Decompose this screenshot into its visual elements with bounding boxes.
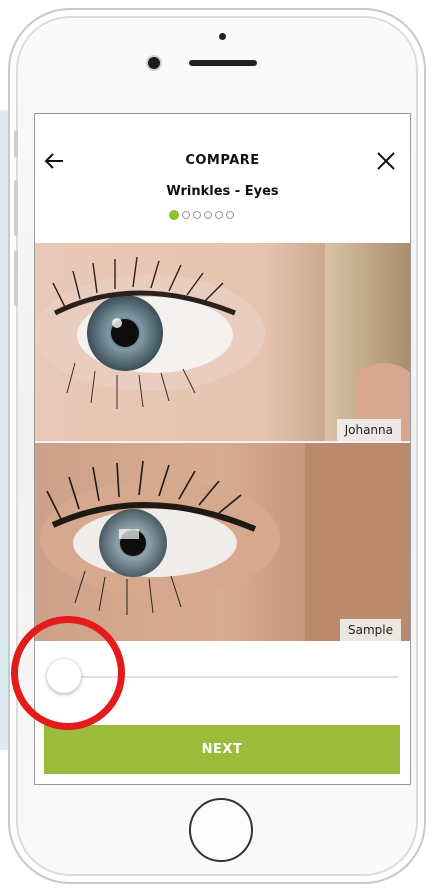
photo-label-sample: Sample [340,619,401,641]
close-icon[interactable] [376,151,396,171]
step-dot [182,211,190,219]
proximity-sensor [219,33,226,40]
earpiece-speaker [189,60,257,66]
step-dot [226,211,234,219]
front-camera [148,57,160,69]
step-dot [169,210,179,220]
home-button[interactable] [189,798,253,862]
photo-johanna: Johanna [35,243,410,441]
volume-down-button [14,250,18,306]
page-subtitle: Wrinkles - Eyes [166,184,279,199]
highlight-annotation-circle [11,616,125,730]
page-title: COMPARE [185,153,260,168]
eye-image-sample [40,443,410,641]
photo-sample: Sample [35,443,410,641]
mute-switch [14,130,18,158]
step-indicator [169,210,234,220]
volume-up-button [14,180,18,236]
next-button[interactable]: NEXT [44,725,400,774]
eye-image-johanna [35,243,410,441]
step-dot [215,211,223,219]
step-dot [204,211,212,219]
step-dot [193,211,201,219]
photo-label-johanna: Johanna [336,419,401,441]
